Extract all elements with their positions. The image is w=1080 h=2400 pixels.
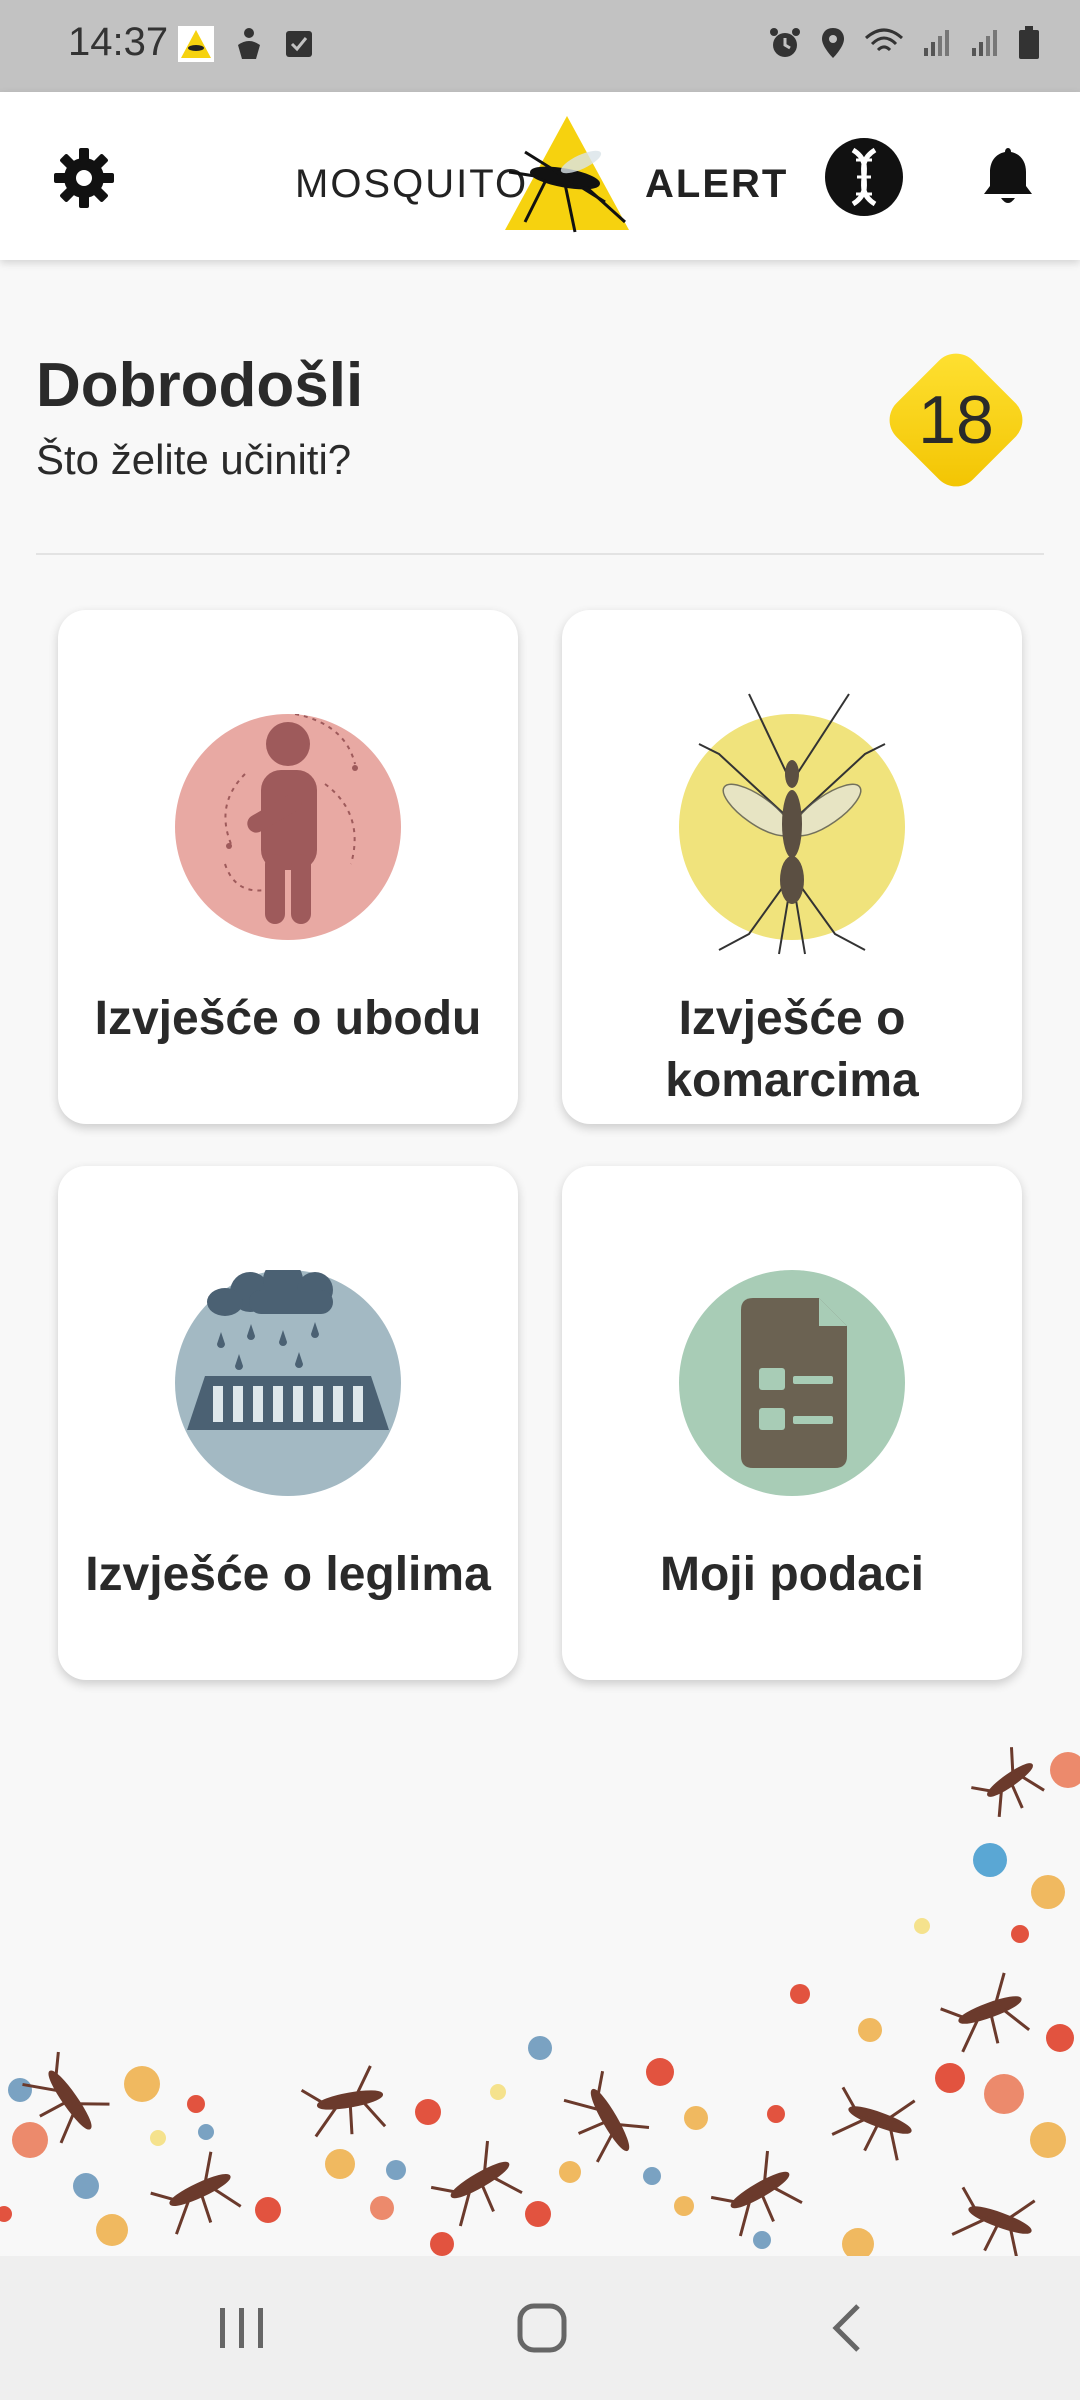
home-icon[interactable]: [514, 2300, 570, 2356]
mosquito-icon: [679, 693, 905, 955]
card-mosquito-report[interactable]: Izvješće o komarcima: [562, 610, 1022, 1124]
recent-apps-icon[interactable]: [214, 2300, 270, 2356]
wifi-icon: [865, 28, 903, 52]
card-bite-report-label: Izvješće o ubodu: [94, 992, 482, 1045]
status-time: 14:37: [68, 20, 169, 64]
bite-icon: [175, 714, 401, 940]
settings-gear-icon[interactable]: [52, 146, 116, 210]
checkbox-notification-icon: [286, 31, 312, 57]
section-divider: [36, 553, 1044, 555]
battery-icon: [1019, 26, 1039, 59]
location-icon: [822, 28, 844, 58]
score-value: 18: [918, 382, 994, 458]
card-my-data[interactable]: Moji podaci: [562, 1166, 1022, 1680]
app-bar: MOSQUITO ALERT: [0, 92, 1080, 260]
card-bite-report[interactable]: Izvješće o ubodu: [58, 610, 518, 1124]
status-bar: 14:37: [0, 0, 1080, 92]
status-notification-icons: [178, 26, 314, 62]
document-icon: [679, 1270, 905, 1496]
signal-icon-1: [924, 30, 949, 56]
breeding-site-icon: [175, 1270, 401, 1496]
alarm-icon: [770, 28, 800, 57]
decorative-mosquito-pattern: [0, 1747, 1080, 2260]
score-badge[interactable]: 18: [866, 330, 1046, 510]
signal-icon-2: [972, 30, 997, 56]
accessibility-notification-icon: [238, 28, 260, 59]
system-navigation-bar: [0, 2256, 1080, 2400]
card-mosquito-report-label: Izvješće o komarcima: [665, 992, 919, 1107]
welcome-subtitle: Što želite učiniti?: [36, 436, 352, 483]
notifications-bell-icon[interactable]: [976, 144, 1040, 208]
dna-icon[interactable]: [823, 136, 905, 218]
card-my-data-label: Moji podaci: [660, 1548, 924, 1601]
status-system-icons: [768, 26, 1040, 60]
logo-mosquito-triangle-icon: [505, 116, 629, 233]
logo-word-alert: ALERT: [645, 162, 789, 206]
welcome-title: Dobrodošli: [36, 351, 364, 420]
card-breeding-site-report-label: Izvješće o leglima: [85, 1548, 491, 1601]
card-breeding-site-report[interactable]: Izvješće o leglima: [58, 1166, 518, 1680]
mosquito-alert-notification-icon: [178, 26, 214, 62]
back-icon[interactable]: [820, 2300, 876, 2356]
logo-word-mosquito: MOSQUITO: [295, 162, 529, 206]
mosquito-alert-logo: MOSQUITO ALERT: [295, 112, 789, 252]
